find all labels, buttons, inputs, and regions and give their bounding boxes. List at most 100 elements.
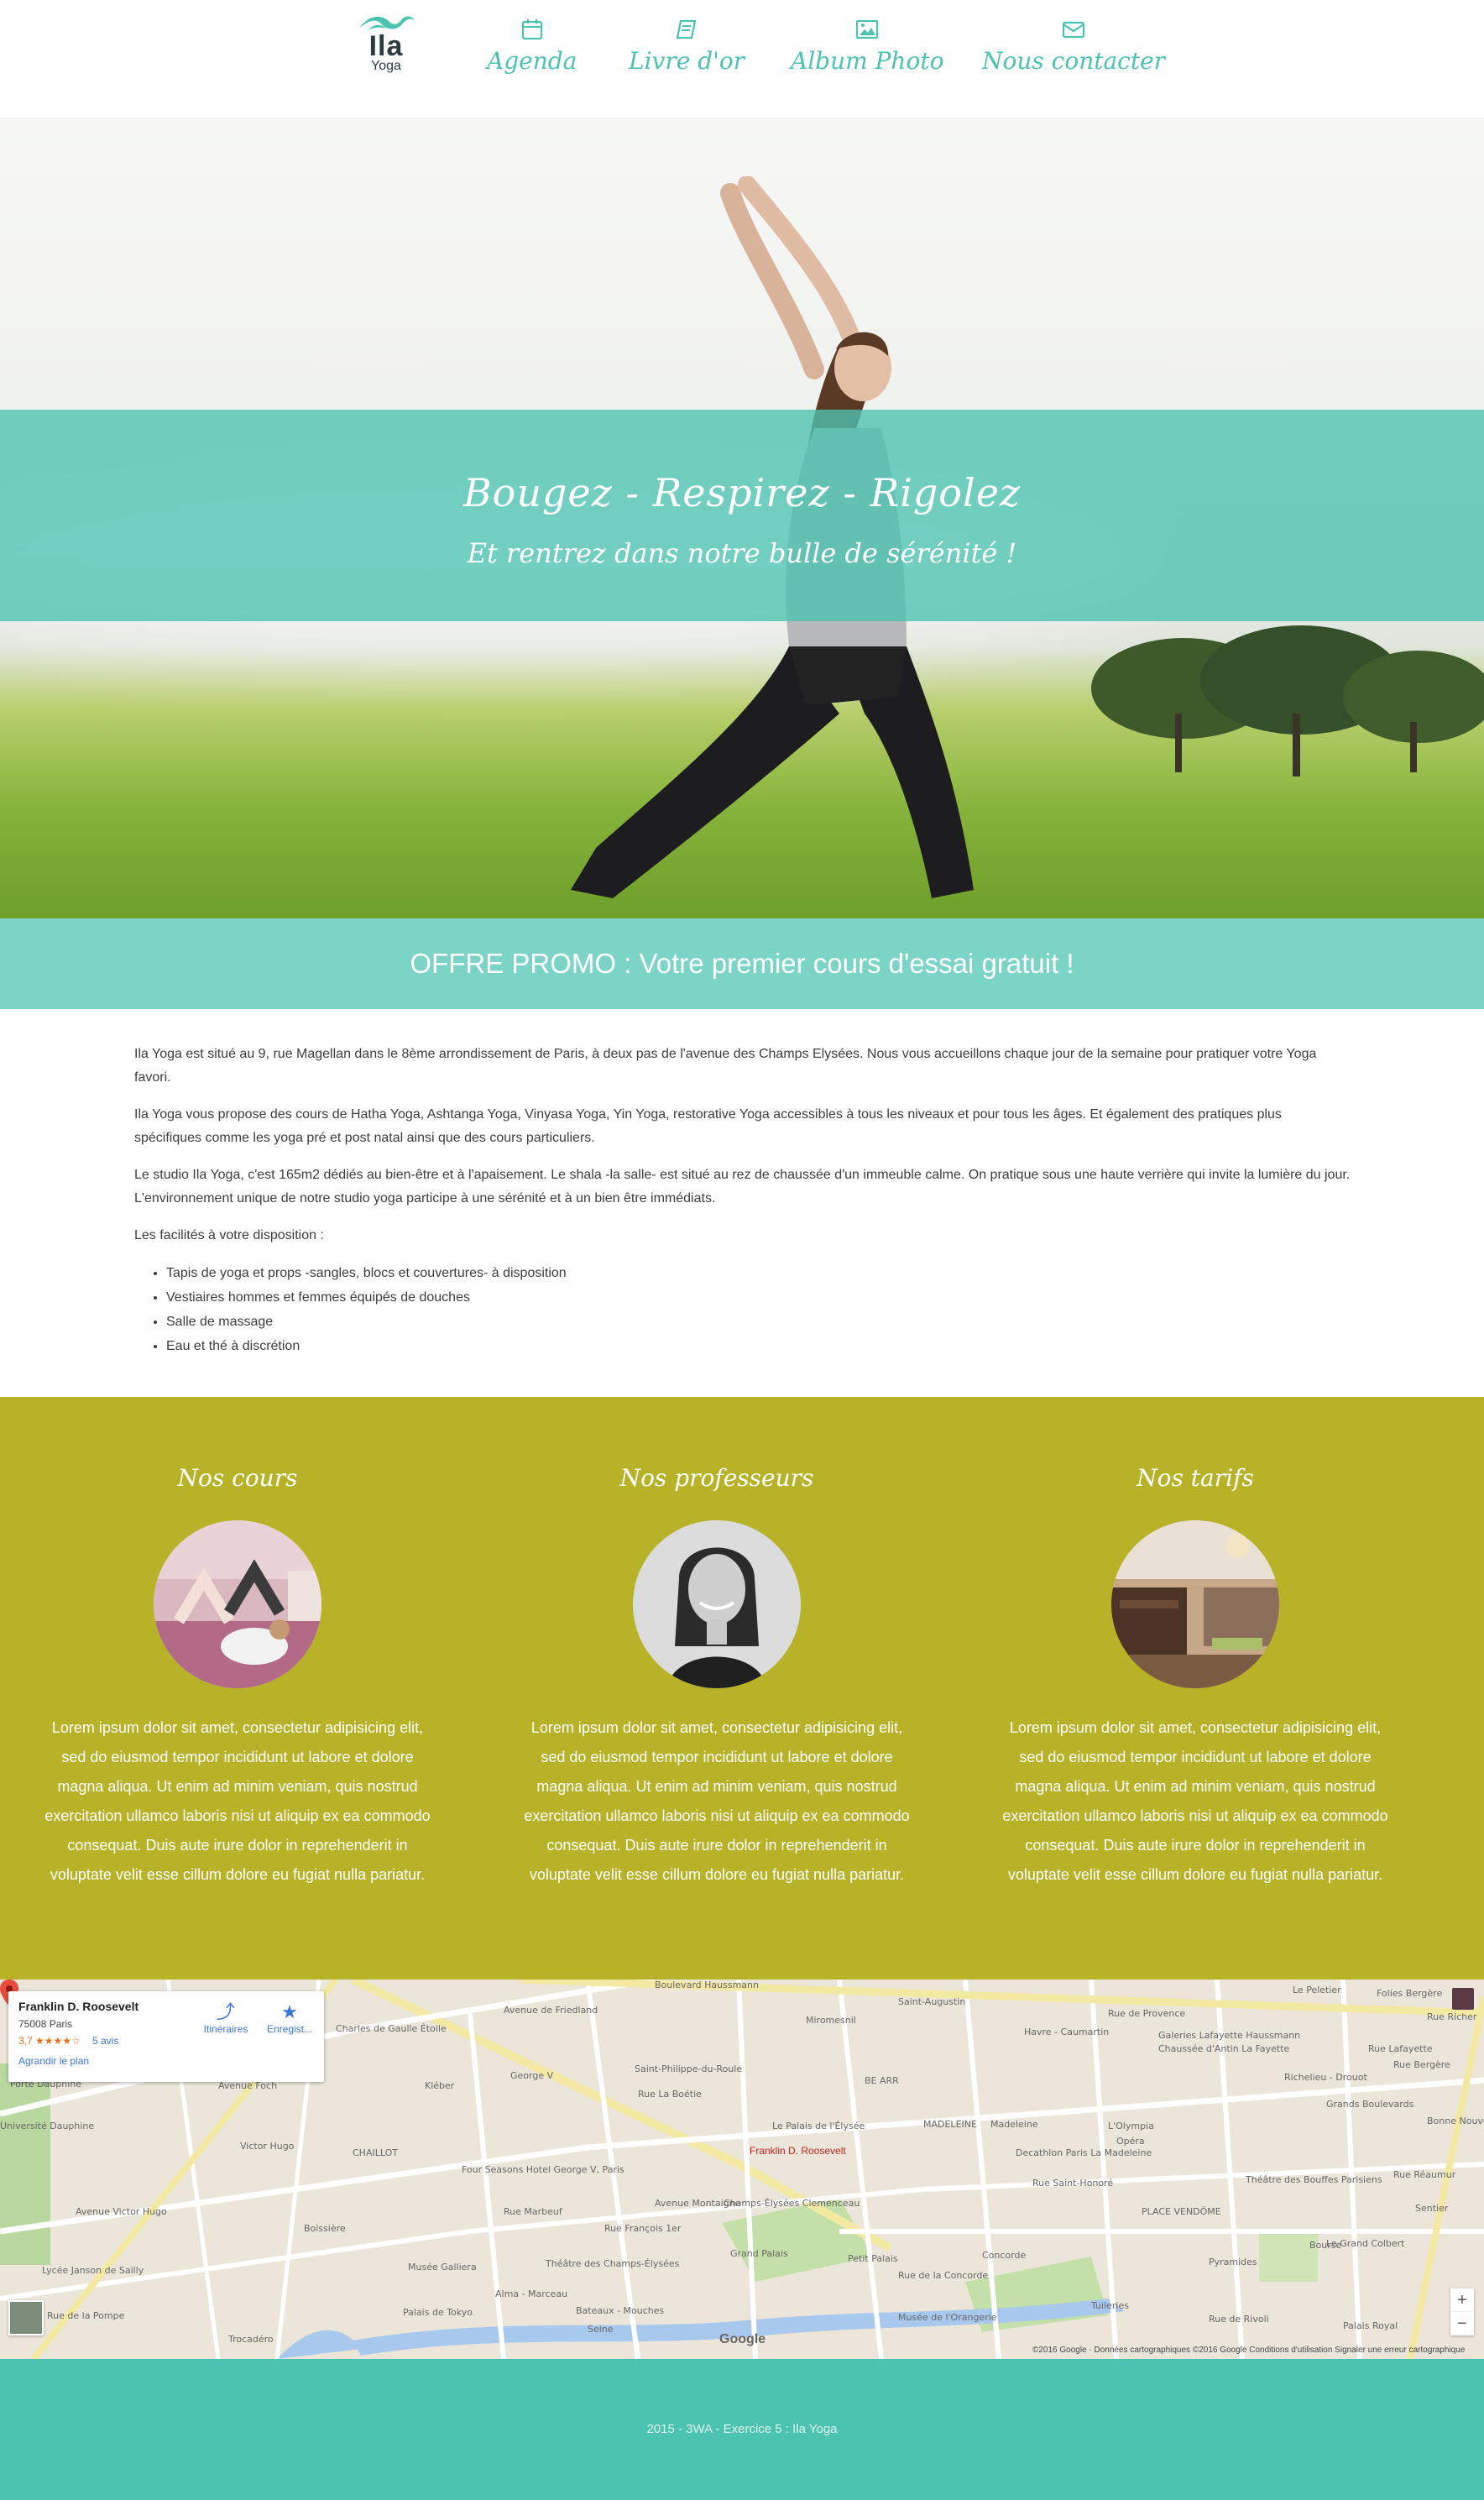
svg-text:Musée Galliera: Musée Galliera <box>408 2262 477 2272</box>
svg-text:Grands Boulevards: Grands Boulevards <box>1326 2099 1414 2110</box>
svg-text:Alma - Marceau: Alma - Marceau <box>495 2288 567 2299</box>
feature-title[interactable]: Nos professeurs <box>520 1464 914 1492</box>
nav-nous-contacter[interactable]: Nous contacter <box>982 17 1165 75</box>
svg-text:Le Palais de l'Élysée: Le Palais de l'Élysée <box>772 2121 865 2131</box>
save-place-button[interactable]: ★ Enregist... <box>262 2001 317 2035</box>
svg-text:Bonne Nouvelle: Bonne Nouvelle <box>1427 2116 1484 2126</box>
svg-text:Avenue de Friedland: Avenue de Friedland <box>504 2005 598 2016</box>
logo[interactable]: Ila Yoga <box>356 10 416 87</box>
yoga-class-image <box>154 1520 321 1688</box>
intro-paragraph: Ila Yoga vous propose des cours de Hatha… <box>134 1107 1282 1145</box>
promo-banner: OFFRE PROMO : Votre premier cours d'essa… <box>0 918 1484 1009</box>
features-section: Nos cours Lorem ipsum dolor sit amet, co… <box>0 1397 1484 1980</box>
svg-text:Bourse: Bourse <box>1309 2240 1342 2251</box>
svg-text:PLACE VENDÔME: PLACE VENDÔME <box>1142 2206 1221 2217</box>
enlarge-map-link[interactable]: Agrandir le plan <box>18 2055 89 2067</box>
facility-item: Salle de massage <box>166 1310 1351 1334</box>
svg-text:Palais Royal: Palais Royal <box>1343 2320 1398 2331</box>
nav-livre-dor[interactable]: Livre d'or <box>629 17 745 75</box>
logo-sub: Yoga <box>371 59 401 73</box>
hero-section: Bougez - Respirez - Rigolez Et rentrez d… <box>0 118 1484 918</box>
intro-paragraph: Ila Yoga est situé au 9, rue Magellan da… <box>134 1047 1317 1085</box>
svg-text:Le Peletier: Le Peletier <box>1293 1985 1341 1995</box>
envelope-icon <box>1062 21 1085 39</box>
svg-text:L'Olympia: L'Olympia <box>1108 2121 1154 2131</box>
svg-text:Palais de Tokyo: Palais de Tokyo <box>403 2307 473 2318</box>
svg-text:Trocadéro: Trocadéro <box>227 2334 274 2345</box>
facility-item: Vestiaires hommes et femmes équipés de d… <box>166 1285 1351 1310</box>
svg-text:Petit Palais: Petit Palais <box>848 2253 898 2264</box>
facility-item: Eau et thé à discrétion <box>166 1334 1351 1358</box>
directions-label: Itinéraires <box>203 2023 248 2035</box>
feature-title[interactable]: Nos tarifs <box>998 1464 1393 1492</box>
svg-text:Madeleine: Madeleine <box>990 2119 1038 2130</box>
svg-text:Richelieu - Drouot: Richelieu - Drouot <box>1284 2072 1367 2083</box>
logo-name: Ila <box>368 30 404 62</box>
map-user-avatar[interactable] <box>1452 1988 1474 2010</box>
svg-text:MADELEINE: MADELEINE <box>923 2119 977 2130</box>
feature-text: Lorem ipsum dolor sit amet, consectetur … <box>1002 1719 1388 1883</box>
svg-text:Seine: Seine <box>588 2324 614 2335</box>
svg-text:Rue de Rivoli: Rue de Rivoli <box>1209 2314 1269 2325</box>
svg-text:Rue Lafayette: Rue Lafayette <box>1368 2043 1433 2054</box>
map-embed[interactable]: Avenue de Friedland Boulevard Haussmann … <box>0 1980 1484 2359</box>
map-place-card: Franklin D. Roosevelt 75008 Paris 3,7 ★★… <box>8 1991 324 2082</box>
svg-text:Kléber: Kléber <box>425 2080 455 2091</box>
facilities-heading: Les facilités à votre disposition : <box>134 1228 324 1242</box>
svg-text:Rue Marbeuf: Rue Marbeuf <box>504 2206 563 2217</box>
place-name: Franklin D. Roosevelt <box>18 2000 139 2013</box>
svg-text:Lycée Janson de Sailly: Lycée Janson de Sailly <box>42 2265 144 2276</box>
svg-text:Rue Richer: Rue Richer <box>1427 2011 1477 2022</box>
svg-text:Sentier: Sentier <box>1415 2203 1449 2214</box>
calendar-icon <box>521 19 542 40</box>
picture-icon <box>856 19 879 39</box>
satellite-toggle[interactable] <box>8 2300 44 2335</box>
svg-text:Théâtre des Champs-Élysées: Théâtre des Champs-Élysées <box>545 2258 680 2269</box>
facility-item: Tapis de yoga et props -sangles, blocs e… <box>166 1261 1351 1285</box>
svg-text:Rue de la Concorde: Rue de la Concorde <box>898 2270 988 2281</box>
nos-tarifs-photo[interactable] <box>1111 1520 1279 1688</box>
nos-professeurs-photo[interactable] <box>633 1520 801 1688</box>
svg-text:Four Seasons Hotel George V, P: Four Seasons Hotel George V, Paris <box>462 2164 624 2175</box>
svg-text:Folies Bergère: Folies Bergère <box>1377 1988 1442 1999</box>
nav-livre-dor-label: Livre d'or <box>629 47 745 75</box>
svg-text:Champs-Élysées Clemenceau: Champs-Élysées Clemenceau <box>724 2198 860 2209</box>
svg-text:Rue La Boétie: Rue La Boétie <box>638 2089 702 2100</box>
feature-nos-professeurs: Nos professeurs Lorem ipsum dolor sit am… <box>520 1397 914 1890</box>
map-attribution[interactable]: ©2016 Google · Données cartographiques ©… <box>1032 2346 1465 2355</box>
directions-icon: ⤴ <box>216 2001 235 2022</box>
svg-text:Opéra: Opéra <box>1116 2136 1145 2147</box>
site-footer: 2015 - 3WA - Exercice 5 : Ila Yoga <box>0 2359 1484 2500</box>
svg-text:Pyramides: Pyramides <box>1209 2257 1257 2267</box>
nav-agenda-label: Agenda <box>487 47 577 75</box>
svg-text:Rue Saint-Honoré: Rue Saint-Honoré <box>1032 2178 1113 2189</box>
map-zoom-out-button[interactable]: − <box>1450 2312 1474 2335</box>
svg-text:Concorde: Concorde <box>982 2250 1026 2261</box>
svg-text:Théâtre des Bouffes Parisiens: Théâtre des Bouffes Parisiens <box>1245 2174 1382 2185</box>
place-reviews-link[interactable]: 5 avis <box>92 2035 118 2047</box>
svg-text:Boulevard Haussmann: Boulevard Haussmann <box>655 1980 759 1990</box>
svg-text:Saint-Augustin: Saint-Augustin <box>898 1996 965 2007</box>
svg-text:Saint-Philippe-du-Roule: Saint-Philippe-du-Roule <box>635 2063 742 2074</box>
directions-button[interactable]: ⤴ Itinéraires <box>198 2001 253 2035</box>
nos-cours-photo[interactable] <box>154 1520 321 1688</box>
svg-text:Rue François 1er: Rue François 1er <box>604 2223 682 2234</box>
svg-text:Charles de Gaulle Étoile: Charles de Gaulle Étoile <box>336 2023 447 2034</box>
feature-title[interactable]: Nos cours <box>40 1464 435 1492</box>
book-icon <box>676 19 697 39</box>
site-header: Ila Yoga Agenda Livre d'or Album Photo N… <box>0 0 1484 118</box>
intro-paragraph: Le studio Ila Yoga, c'est 165m2 dédiés a… <box>134 1168 1351 1206</box>
place-address: 75008 Paris <box>18 2018 73 2030</box>
svg-text:Avenue Victor Hugo: Avenue Victor Hugo <box>76 2206 167 2217</box>
svg-text:Bateaux - Mouches: Bateaux - Mouches <box>576 2305 665 2316</box>
svg-text:Decathlon Paris La Madeleine: Decathlon Paris La Madeleine <box>1016 2147 1152 2158</box>
facilities-list: Tapis de yoga et props -sangles, blocs e… <box>166 1261 1351 1358</box>
svg-text:BE ARR: BE ARR <box>865 2075 899 2086</box>
nav-album-photo[interactable]: Album Photo <box>791 17 943 75</box>
svg-text:Victor Hugo: Victor Hugo <box>240 2141 295 2152</box>
nav-agenda[interactable]: Agenda <box>487 17 577 75</box>
svg-text:Grand Palais: Grand Palais <box>730 2248 788 2259</box>
hero-banner: Bougez - Respirez - Rigolez Et rentrez d… <box>0 410 1484 621</box>
map-zoom-in-button[interactable]: + <box>1450 2288 1474 2312</box>
svg-text:Rue de Provence: Rue de Provence <box>1108 2008 1185 2019</box>
